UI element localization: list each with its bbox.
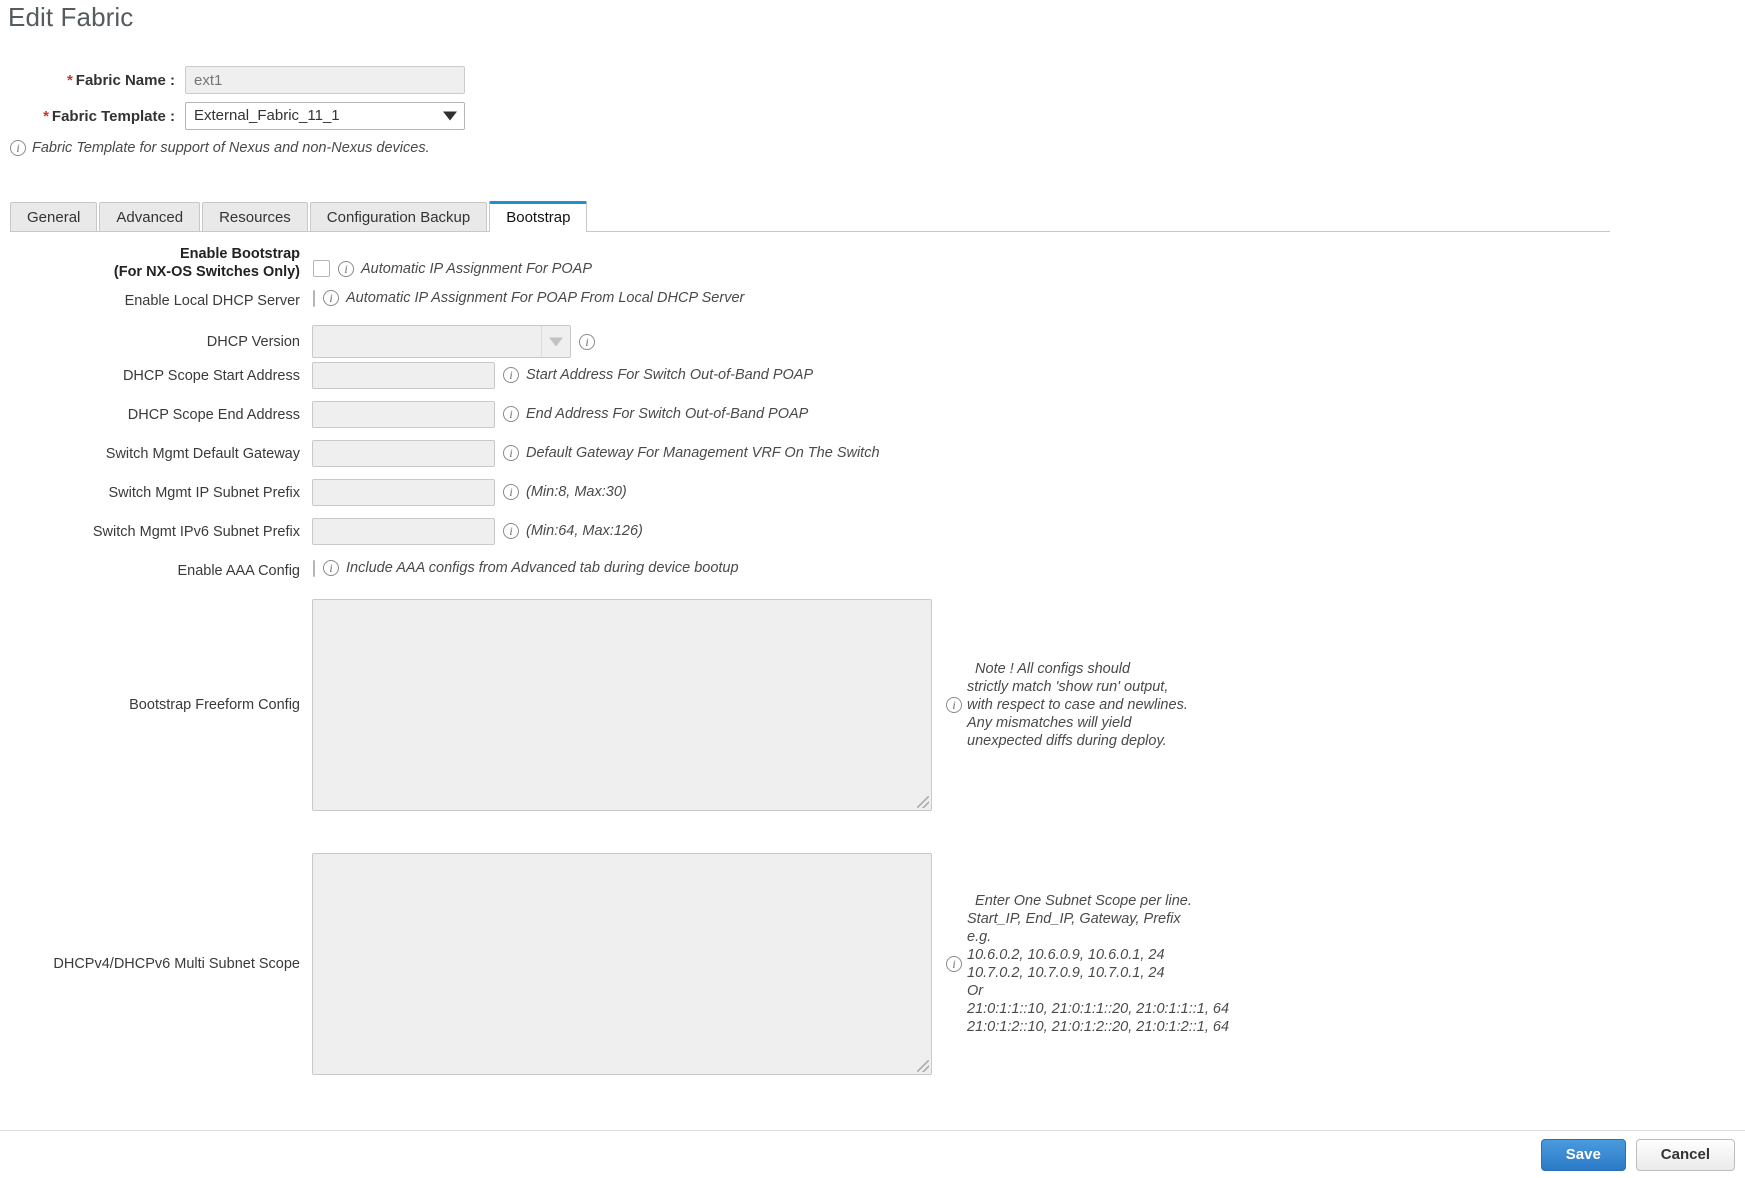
dhcp-version-hint: i bbox=[571, 325, 595, 358]
tab-advanced[interactable]: Advanced bbox=[99, 202, 201, 231]
enable-aaa-hint: i Include AAA configs from Advanced tab … bbox=[315, 557, 739, 577]
dhcp-version-row: DHCP Version i bbox=[0, 325, 1745, 359]
switch-mgmt-ip-prefix-row: Switch Mgmt IP Subnet Prefix i (Min:8, M… bbox=[0, 479, 1745, 513]
bootstrap-freeform-label: Bootstrap Freeform Config bbox=[129, 697, 300, 713]
multi-subnet-scope-row: DHCPv4/DHCPv6 Multi Subnet Scope i Enter… bbox=[0, 853, 1745, 1075]
enable-aaa-label: Enable AAA Config bbox=[177, 563, 300, 579]
switch-mgmt-gateway-input[interactable] bbox=[312, 440, 495, 467]
switch-mgmt-ipv6-prefix-label: Switch Mgmt IPv6 Subnet Prefix bbox=[92, 524, 300, 540]
info-icon: i bbox=[503, 367, 519, 383]
switch-mgmt-ip-prefix-input[interactable] bbox=[312, 479, 495, 506]
bootstrap-freeform-note-text: Note ! All configs should strictly match… bbox=[967, 661, 1188, 749]
dhcp-version-control: i bbox=[312, 325, 595, 358]
required-asterisk: * bbox=[43, 107, 49, 125]
info-icon: i bbox=[338, 261, 354, 277]
info-icon: i bbox=[579, 334, 595, 350]
tab-resources[interactable]: Resources bbox=[202, 202, 308, 231]
info-icon: i bbox=[323, 290, 339, 306]
tab-general[interactable]: General bbox=[10, 202, 98, 231]
dhcp-scope-start-hint: i Start Address For Switch Out-of-Band P… bbox=[495, 362, 813, 389]
enable-local-dhcp-hint: i Automatic IP Assignment For POAP From … bbox=[315, 287, 744, 307]
bootstrap-form: Enable Bootstrap (For NX-OS Switches Onl… bbox=[0, 240, 1745, 1075]
dialog-footer: Save Cancel bbox=[0, 1130, 1745, 1178]
chevron-down-icon bbox=[549, 337, 563, 346]
required-asterisk: * bbox=[66, 71, 73, 89]
dhcp-scope-start-row: DHCP Scope Start Address i Start Address… bbox=[0, 362, 1745, 396]
cancel-button[interactable]: Cancel bbox=[1635, 1138, 1735, 1171]
edit-fabric-page: Edit Fabric *Fabric Name : *Fabric Templ… bbox=[0, 0, 1745, 1178]
fabric-template-select[interactable]: External_Fabric_11_1 bbox=[185, 102, 465, 130]
enable-bootstrap-label: Enable Bootstrap (For NX-OS Switches Onl… bbox=[113, 246, 300, 280]
dhcp-scope-end-control: i End Address For Switch Out-of-Band POA… bbox=[312, 401, 808, 428]
dhcp-scope-start-input[interactable] bbox=[312, 362, 495, 389]
dhcp-scope-end-label: DHCP Scope End Address bbox=[127, 407, 300, 423]
dhcp-scope-start-control: i Start Address For Switch Out-of-Band P… bbox=[312, 362, 813, 389]
enable-local-dhcp-row: Enable Local DHCP Server i Automatic IP … bbox=[0, 287, 1745, 321]
fabric-name-input[interactable] bbox=[185, 66, 465, 94]
enable-local-dhcp-label: Enable Local DHCP Server bbox=[124, 293, 300, 309]
switch-mgmt-ip-prefix-hint: i (Min:8, Max:30) bbox=[495, 479, 627, 506]
enable-bootstrap-checkbox[interactable] bbox=[313, 260, 330, 277]
switch-mgmt-ipv6-prefix-hint: i (Min:64, Max:126) bbox=[495, 518, 643, 545]
bootstrap-freeform-note: i Note ! All configs should strictly mat… bbox=[932, 660, 1188, 750]
resize-grip-icon[interactable] bbox=[917, 1060, 929, 1072]
dhcp-scope-end-row: DHCP Scope End Address i End Address For… bbox=[0, 401, 1745, 435]
fabric-name-label: * Fabric Name : bbox=[66, 71, 175, 89]
dhcp-scope-start-label: DHCP Scope Start Address bbox=[122, 368, 300, 384]
enable-bootstrap-row: Enable Bootstrap (For NX-OS Switches Onl… bbox=[0, 240, 1745, 281]
multi-subnet-scope-note-text: Enter One Subnet Scope per line. Start_I… bbox=[967, 893, 1230, 1035]
save-button[interactable]: Save bbox=[1540, 1138, 1626, 1171]
chevron-down-icon bbox=[443, 111, 457, 121]
switch-mgmt-gateway-control: i Default Gateway For Management VRF On … bbox=[312, 440, 880, 467]
tab-bar: General Advanced Resources Configuration… bbox=[10, 201, 1610, 232]
switch-mgmt-ipv6-prefix-input[interactable] bbox=[312, 518, 495, 545]
info-icon: i bbox=[946, 697, 962, 713]
enable-bootstrap-hint: i Automatic IP Assignment For POAP bbox=[330, 240, 592, 278]
enable-local-dhcp-control: i Automatic IP Assignment For POAP From … bbox=[312, 287, 744, 307]
tab-configuration-backup[interactable]: Configuration Backup bbox=[309, 202, 488, 231]
dhcp-scope-end-hint: i End Address For Switch Out-of-Band POA… bbox=[495, 401, 808, 428]
info-icon: i bbox=[503, 484, 519, 500]
switch-mgmt-gateway-row: Switch Mgmt Default Gateway i Default Ga… bbox=[0, 440, 1745, 474]
switch-mgmt-gateway-label: Switch Mgmt Default Gateway bbox=[105, 446, 300, 462]
multi-subnet-scope-label: DHCPv4/DHCPv6 Multi Subnet Scope bbox=[53, 956, 300, 972]
switch-mgmt-ip-prefix-label: Switch Mgmt IP Subnet Prefix bbox=[108, 485, 300, 501]
dhcp-version-label: DHCP Version bbox=[206, 334, 300, 350]
info-icon: i bbox=[503, 523, 519, 539]
enable-aaa-control: i Include AAA configs from Advanced tab … bbox=[312, 557, 739, 577]
fabric-template-value: External_Fabric_11_1 bbox=[194, 107, 340, 124]
page-title: Edit Fabric bbox=[8, 2, 134, 32]
switch-mgmt-ip-prefix-control: i (Min:8, Max:30) bbox=[312, 479, 627, 506]
fabric-template-row: * Fabric Template : External_Fabric_11_1 bbox=[0, 98, 1745, 134]
enable-bootstrap-control: i Automatic IP Assignment For POAP bbox=[312, 240, 595, 278]
switch-mgmt-ipv6-prefix-row: Switch Mgmt IPv6 Subnet Prefix i (Min:64… bbox=[0, 518, 1745, 552]
info-icon: i bbox=[323, 560, 339, 576]
resize-grip-icon[interactable] bbox=[917, 796, 929, 808]
enable-aaa-row: Enable AAA Config i Include AAA configs … bbox=[0, 557, 1745, 591]
switch-mgmt-ipv6-prefix-control: i (Min:64, Max:126) bbox=[312, 518, 643, 545]
fabric-identity-form: *Fabric Name : *Fabric Template : Extern… bbox=[0, 62, 1745, 156]
info-icon: i bbox=[946, 956, 962, 972]
fabric-template-label: * Fabric Template : bbox=[43, 107, 175, 125]
tab-bootstrap[interactable]: Bootstrap bbox=[489, 201, 588, 232]
info-icon: i bbox=[10, 140, 26, 156]
bootstrap-freeform-row: Bootstrap Freeform Config i Note ! All c… bbox=[0, 599, 1745, 811]
multi-subnet-scope-note: i Enter One Subnet Scope per line. Start… bbox=[932, 892, 1229, 1036]
bootstrap-freeform-textarea[interactable] bbox=[312, 599, 932, 811]
info-icon: i bbox=[503, 445, 519, 461]
select-divider bbox=[541, 326, 542, 357]
dhcp-scope-end-input[interactable] bbox=[312, 401, 495, 428]
dhcp-version-select[interactable] bbox=[312, 325, 571, 358]
fabric-name-row: * Fabric Name : bbox=[0, 62, 1745, 98]
fabric-template-hint-text: Fabric Template for support of Nexus and… bbox=[32, 140, 430, 156]
switch-mgmt-gateway-hint: i Default Gateway For Management VRF On … bbox=[495, 440, 880, 467]
multi-subnet-scope-textarea[interactable] bbox=[312, 853, 932, 1075]
info-icon: i bbox=[503, 406, 519, 422]
fabric-template-hint: i Fabric Template for support of Nexus a… bbox=[10, 140, 1745, 156]
